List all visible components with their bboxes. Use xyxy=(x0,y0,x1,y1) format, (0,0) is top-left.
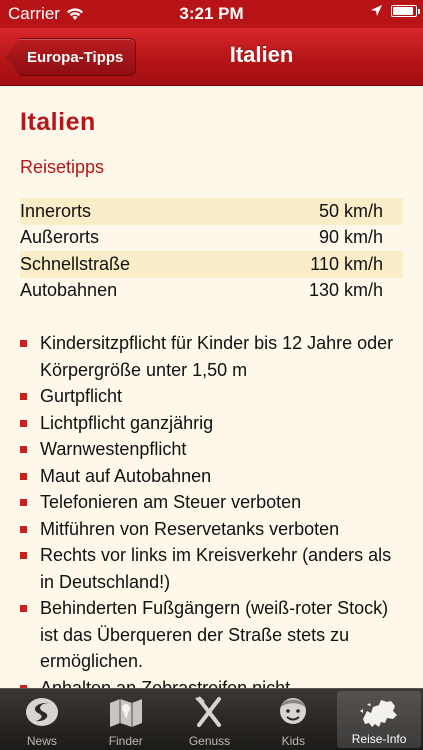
tab-kids[interactable]: Kids xyxy=(251,689,335,750)
list-item: Telefonieren am Steuer verboten xyxy=(20,489,403,516)
bullet-icon xyxy=(20,340,27,347)
news-icon xyxy=(25,698,58,726)
tab-label: Kids xyxy=(281,734,305,748)
rule-text: Kindersitzpflicht für Kinder bis 12 Jahr… xyxy=(40,333,394,380)
bullet-icon xyxy=(20,605,27,612)
list-item: Lichtpflicht ganzjährig xyxy=(20,410,403,437)
speed-value: 90 km/h xyxy=(318,227,383,248)
status-right xyxy=(370,4,420,17)
kid-face-icon xyxy=(280,698,307,724)
table-row: Außerorts 90 km/h xyxy=(20,225,403,252)
status-bar: Carrier 3:21 PM xyxy=(0,0,423,28)
tab-label: Genuss xyxy=(188,734,231,748)
speed-label: Schnellstraße xyxy=(20,251,227,278)
speed-label: Autobahnen xyxy=(20,280,118,301)
tab-reise-info[interactable]: Reise-Info xyxy=(337,691,421,748)
list-item: Maut auf Autobahnen xyxy=(20,463,403,490)
bullet-icon xyxy=(20,499,27,506)
status-time: 3:21 PM xyxy=(179,4,244,23)
bullet-icon xyxy=(20,393,27,400)
speed-value: 50 km/h xyxy=(226,198,403,225)
page-title: Italien xyxy=(20,108,96,136)
speed-value: 110 km/h xyxy=(226,251,403,278)
nav-title: Italien xyxy=(229,42,294,67)
table-row: Autobahnen 130 km/h xyxy=(20,278,403,305)
battery-icon xyxy=(391,4,420,17)
tab-news[interactable]: News xyxy=(0,689,84,750)
bullet-icon xyxy=(20,525,27,533)
europe-map-icon xyxy=(360,700,398,727)
rule-text: Telefonieren am Steuer verboten xyxy=(40,492,302,512)
rule-text: Lichtpflicht ganzjährig xyxy=(40,412,214,433)
rule-text: Rechts vor links im Kreisverkehr (anders… xyxy=(40,545,392,592)
rule-text: Warnwestenpflicht xyxy=(40,439,187,459)
tab-genuss[interactable]: Genuss xyxy=(168,689,252,750)
list-item: Mitführen von Reservetanks verboten xyxy=(20,516,403,543)
tab-bar: News Finder Genuss Kids Reise-Info xyxy=(0,688,423,750)
rule-text: Mitführen von Reservetanks verboten xyxy=(40,518,340,539)
table-row: Innerorts 50 km/h xyxy=(20,198,403,225)
battery-level xyxy=(393,6,413,15)
tab-label: Finder xyxy=(108,734,143,748)
rule-text: Gurtpflicht xyxy=(40,386,123,406)
bullet-icon xyxy=(20,419,27,427)
section-title: Reisetipps xyxy=(20,157,105,177)
tab-label: News xyxy=(26,734,57,748)
cutlery-icon xyxy=(195,696,222,727)
content-scroll-area[interactable]: Italien Reisetipps Innerorts 50 km/h Auß… xyxy=(0,86,423,688)
speed-limit-table: Innerorts 50 km/h Außerorts 90 km/h Schn… xyxy=(20,198,403,304)
speed-value: 130 km/h xyxy=(308,280,383,301)
list-item: Gurtpflicht xyxy=(20,383,403,410)
rule-text: Anhalten an Zebrastreifen nicht xyxy=(40,677,291,689)
table-row: Schnellstraße 110 km/h xyxy=(20,251,403,278)
speed-label: Innerorts xyxy=(20,198,227,225)
list-item: Rechts vor links im Kreisverkehr (anders… xyxy=(20,542,403,595)
rule-text: Maut auf Autobahnen xyxy=(40,465,212,486)
tab-finder[interactable]: Finder xyxy=(84,689,168,750)
rule-text: Behinderten Fußgängern (weiß-roter Stock… xyxy=(40,598,389,671)
location-arrow-icon xyxy=(371,5,382,16)
speed-label: Außerorts xyxy=(20,227,100,248)
navigation-bar: Europa-Tipps Italien xyxy=(0,28,423,86)
list-item: Anhalten an Zebrastreifen nicht xyxy=(20,675,403,689)
bullet-icon xyxy=(20,552,27,559)
bullet-icon xyxy=(20,446,27,453)
map-icon xyxy=(109,699,142,727)
rules-list: Kindersitzpflicht für Kinder bis 12 Jahr… xyxy=(20,330,403,688)
bullet-icon xyxy=(20,472,27,480)
list-item: Kindersitzpflicht für Kinder bis 12 Jahr… xyxy=(20,330,403,383)
list-item: Behinderten Fußgängern (weiß-roter Stock… xyxy=(20,595,403,675)
list-item: Warnwestenpflicht xyxy=(20,436,403,463)
tab-label: Reise-Info xyxy=(351,732,407,746)
